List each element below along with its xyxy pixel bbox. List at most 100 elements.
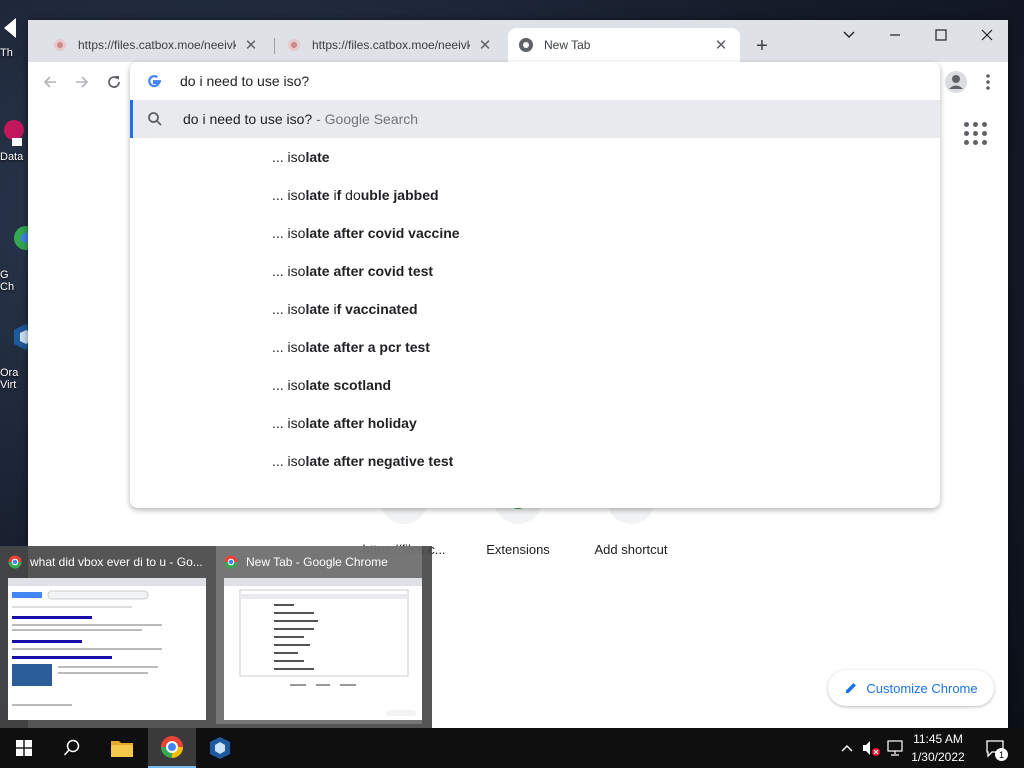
suggestion-item[interactable]: ... iso late after holiday (272, 404, 417, 442)
clock-date: 1/30/2022 (911, 750, 965, 764)
taskbar-previews: what did vbox ever di to u - Go... New T… (0, 546, 432, 728)
suggestion-segment: f vaccinated (336, 301, 418, 317)
suggestion-segment: uble jabbed (360, 187, 439, 203)
suggestion-segment: late after holiday (305, 415, 417, 431)
window-preview[interactable]: what did vbox ever di to u - Go... (0, 546, 206, 724)
suggestion-prefix: ... iso (272, 263, 306, 279)
suggestion-segment: late after covid test (305, 263, 434, 279)
desktop-icon-1[interactable]: Th (0, 14, 30, 59)
desktop-icon-4[interactable]: Ora Virt (0, 310, 39, 415)
suggestion-item[interactable]: ... iso late after covid vaccine (272, 214, 460, 252)
back-button[interactable] (36, 68, 64, 96)
desktop-icon-label: Ora Virt (0, 367, 19, 391)
search-icon (148, 112, 162, 126)
chrome-menu-button[interactable] (976, 68, 1000, 96)
suggestion-prefix: ... iso (272, 187, 306, 203)
taskbar-clock[interactable]: 11:45 AM 1/30/2022 (900, 730, 976, 766)
close-icon[interactable]: ✕ (712, 36, 730, 54)
suggestion-item[interactable]: ... iso late after negative test (272, 442, 453, 480)
search-icon (63, 739, 80, 756)
suggestion-segment: late after a pcr test (305, 339, 430, 355)
close-icon[interactable]: ✕ (242, 36, 260, 54)
suggestion-segment: late (305, 301, 334, 317)
suggestion-segment: o (352, 187, 361, 203)
forward-button[interactable] (68, 68, 96, 96)
suggestion-segment: d (341, 187, 353, 203)
show-hidden-icons-button[interactable] (836, 728, 858, 768)
window-preview-active[interactable]: New Tab - Google Chrome (216, 546, 422, 724)
tab-strip: https://files.catbox.moe/neeivk.t ✕ http… (28, 20, 1008, 62)
preview-title: New Tab - Google Chrome (246, 555, 388, 569)
suggestion-item[interactable]: ... iso late scotland (272, 366, 391, 404)
suggestion-item[interactable]: ... iso late after covid test (272, 252, 433, 290)
start-button[interactable] (0, 728, 48, 768)
suggestion-prefix: ... iso (272, 415, 306, 431)
desktop-icon-3[interactable]: G Ch (0, 212, 39, 317)
suggestion-segment: late (305, 149, 330, 165)
address-bar-input[interactable]: do i need to use iso? (180, 73, 309, 89)
suggestion-item[interactable]: ... iso late after a pcr test (272, 328, 430, 366)
virtualbox-icon (210, 737, 230, 759)
suggestion-segment: late after covid vaccine (305, 225, 460, 241)
catbox-favicon-icon (54, 39, 66, 51)
omnibox-dropdown: do i need to use iso? do i need to use i… (130, 62, 940, 508)
tab-1[interactable]: https://files.catbox.moe/neeivk.t ✕ (42, 28, 270, 62)
shortcut-arrow-icon (4, 18, 16, 38)
tab-title: New Tab (544, 38, 591, 52)
thumbnail-image (224, 578, 422, 716)
clock-time: 11:45 AM (913, 732, 963, 746)
reload-button[interactable] (100, 68, 128, 96)
chevron-up-icon (841, 745, 853, 752)
tab-title: https://files.catbox.moe/neeivk.t (78, 38, 236, 52)
profile-button[interactable] (942, 68, 970, 96)
volume-button[interactable] (860, 728, 882, 768)
tab-divider (274, 38, 275, 54)
pencil-icon (846, 683, 857, 693)
suggestion-prefix: ... iso (272, 301, 306, 317)
customize-label: Customize Chrome (866, 680, 978, 696)
tab-2[interactable]: https://files.catbox.moe/neeivk.t ✕ (276, 28, 504, 62)
catbox-favicon-icon (288, 39, 300, 51)
desktop-icon-label: G Ch (0, 269, 15, 293)
virtualbox-taskbar-button[interactable] (196, 728, 244, 768)
avatar-icon (945, 71, 967, 93)
google-g-icon (148, 75, 161, 88)
chrome-icon (8, 555, 22, 569)
search-row-hint: - Google Search (312, 111, 419, 127)
google-apps-button[interactable] (964, 122, 988, 146)
desktop-icon-2[interactable]: Data (0, 118, 30, 163)
minimize-icon (890, 34, 900, 36)
shortcut-label: Add shortcut (594, 542, 668, 557)
tab-new-tab[interactable]: New Tab ✕ (508, 28, 740, 62)
omnibox-input-row[interactable]: do i need to use iso? (130, 62, 940, 100)
customize-chrome-button[interactable]: Customize Chrome (828, 670, 994, 706)
close-window-button[interactable] (964, 20, 1010, 50)
shortcut-label: Extensions (486, 542, 550, 557)
new-tab-button[interactable]: + (750, 34, 774, 58)
notification-badge: 1 (995, 748, 1008, 761)
desktop-icon-label: Th (0, 47, 13, 59)
suggestion-prefix: ... iso (272, 453, 306, 469)
suggestion-item[interactable]: ... iso late if d o uble jabbed (272, 176, 439, 214)
chrome-icon (224, 555, 238, 569)
chrome-favicon-icon (519, 38, 533, 52)
suggestion-segment: late (305, 187, 330, 203)
app-icon (4, 120, 24, 146)
preview-thumbnail (224, 578, 422, 720)
chrome-taskbar-button[interactable] (148, 728, 196, 768)
forward-arrow-icon (76, 76, 89, 88)
suggestion-item[interactable]: ... iso late if vaccinated (272, 290, 418, 328)
minimize-button[interactable] (872, 20, 918, 50)
maximize-button[interactable] (918, 20, 964, 50)
search-button[interactable] (48, 728, 96, 768)
close-icon[interactable]: ✕ (476, 36, 494, 54)
tab-search-button[interactable] (826, 20, 872, 50)
folder-icon (111, 741, 133, 757)
action-center-button[interactable]: 1 (982, 728, 1008, 768)
reload-icon (108, 76, 120, 88)
suggestion-search-row[interactable]: do i need to use iso? - Google Search (130, 100, 940, 138)
back-arrow-icon (43, 76, 56, 88)
suggestion-item[interactable]: ... iso late (272, 138, 330, 176)
close-icon (981, 29, 993, 41)
file-explorer-button[interactable] (98, 728, 146, 768)
